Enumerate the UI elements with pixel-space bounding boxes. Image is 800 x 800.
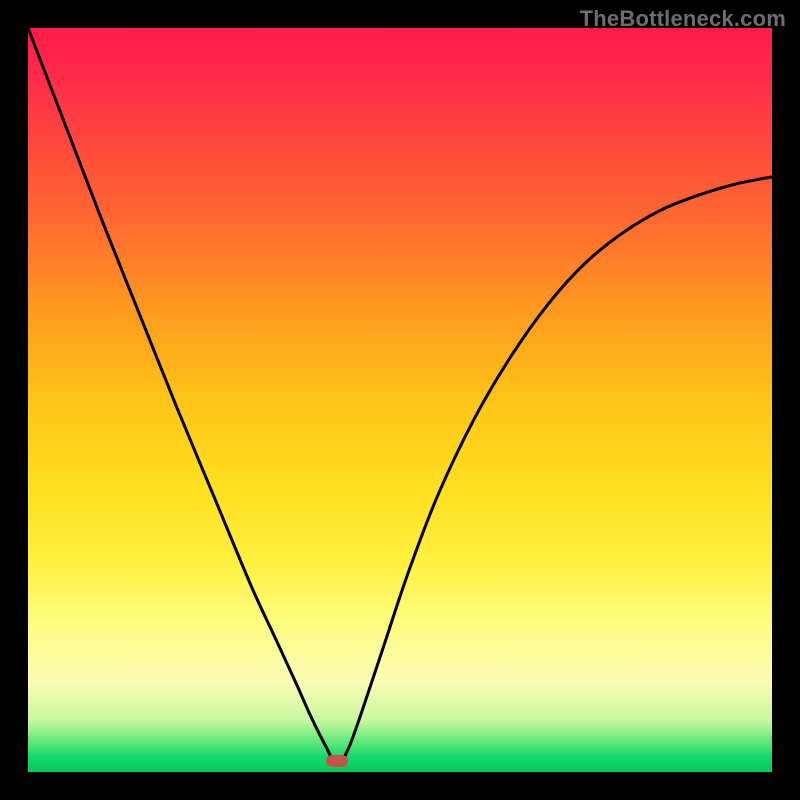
- bottleneck-curve-path: [28, 28, 772, 765]
- optimum-marker: [326, 755, 348, 767]
- plot-area: [28, 28, 772, 772]
- curve-svg: [28, 28, 772, 772]
- chart-frame: TheBottleneck.com: [0, 0, 800, 800]
